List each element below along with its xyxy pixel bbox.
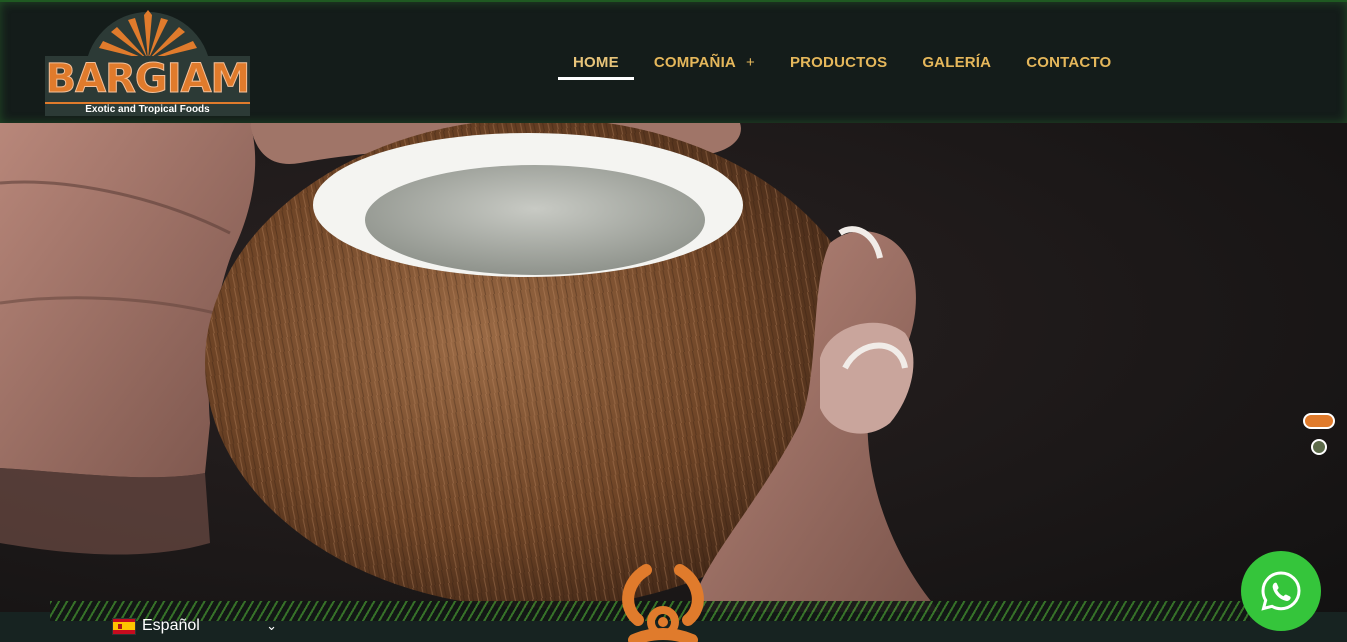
slide-dot-1[interactable] <box>1303 413 1335 429</box>
hero-slider <box>0 123 1347 612</box>
nav-contacto[interactable]: CONTACTO <box>1011 40 1126 84</box>
nav-contacto-label: CONTACTO <box>1026 53 1112 71</box>
slider-pagination <box>1303 413 1335 455</box>
main-nav: HOME COMPAÑIA + PRODUCTOS GALERÍA CONTAC… <box>558 40 1131 84</box>
spain-flag-icon <box>112 617 136 635</box>
hero-image <box>0 123 1347 612</box>
site-header: BARGIAM Exotic and Tropical Foods HOME C… <box>0 0 1347 123</box>
nav-compania[interactable]: COMPAÑIA + <box>639 40 770 84</box>
nav-productos-label: PRODUCTOS <box>789 53 888 71</box>
language-selector[interactable]: Español ⌄ <box>112 614 277 638</box>
submenu-plus-icon[interactable]: + <box>746 54 755 71</box>
language-label: Español <box>142 617 200 634</box>
brand-tagline: Exotic and Tropical Foods <box>45 102 250 116</box>
nav-galeria-label: GALERÍA <box>922 53 992 71</box>
brand-logo[interactable]: BARGIAM Exotic and Tropical Foods <box>45 10 251 118</box>
nav-home[interactable]: HOME <box>558 40 634 84</box>
biohazard-icon <box>622 564 704 642</box>
nav-compania-label: COMPAÑIA <box>653 53 736 71</box>
nav-productos[interactable]: PRODUCTOS <box>775 40 902 84</box>
whatsapp-icon <box>1261 571 1301 611</box>
chevron-down-icon: ⌄ <box>266 618 277 633</box>
nav-home-label: HOME <box>573 53 619 71</box>
brand-name: BARGIAM <box>45 56 251 103</box>
slide-dot-2[interactable] <box>1311 439 1327 455</box>
nav-galeria[interactable]: GALERÍA <box>907 40 1006 84</box>
whatsapp-button[interactable] <box>1241 551 1321 631</box>
page: BARGIAM Exotic and Tropical Foods HOME C… <box>0 0 1347 642</box>
